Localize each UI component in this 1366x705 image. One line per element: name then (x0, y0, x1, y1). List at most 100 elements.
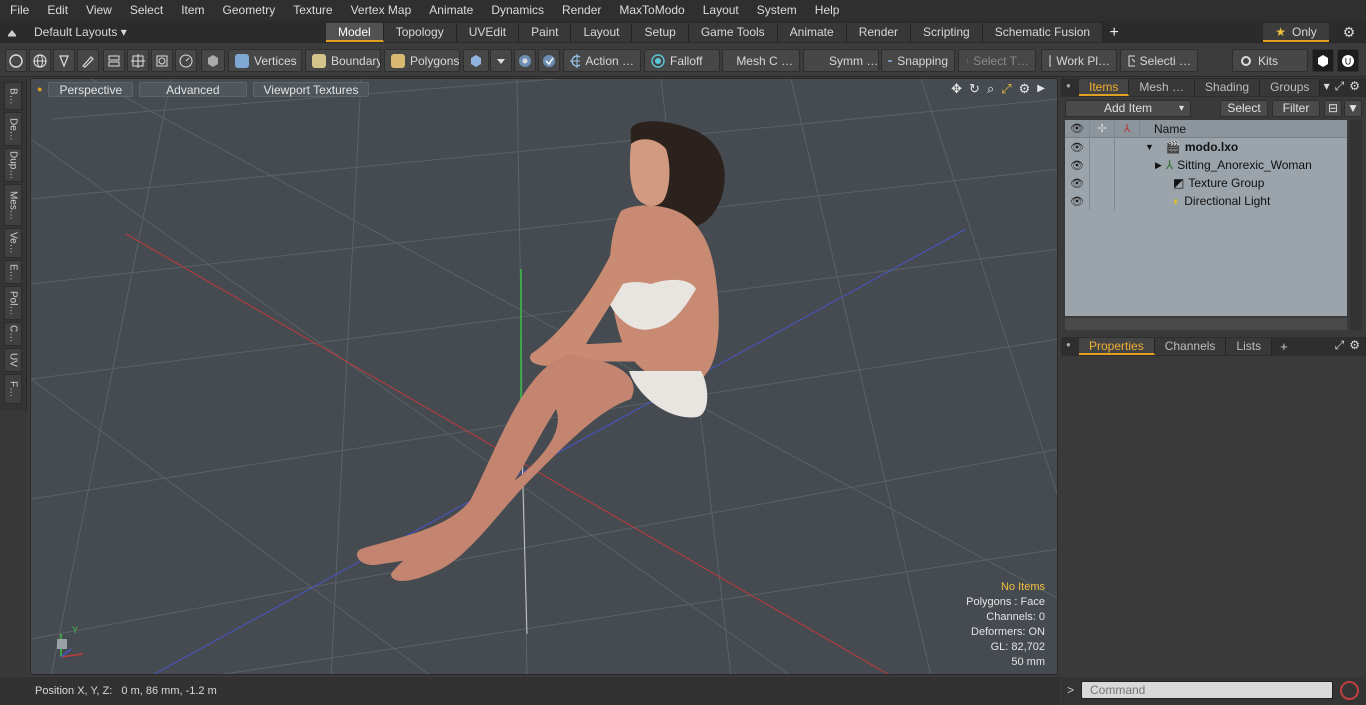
menu-dynamics[interactable]: Dynamics (481, 0, 552, 21)
collapse-icon[interactable]: ⊟ (1324, 100, 1342, 117)
gear-icon[interactable]: ⚙ (1338, 23, 1360, 42)
symmetry-button[interactable]: Symm … (803, 49, 879, 72)
tab-items[interactable]: Items (1079, 79, 1130, 96)
tab-uvedit[interactable]: UVEdit (456, 23, 520, 42)
vtab-fusion[interactable]: F… (4, 374, 22, 404)
action-center-button[interactable]: Action … (563, 49, 641, 72)
add-item-button[interactable]: Add Item ▾ (1065, 100, 1191, 117)
expand-panel-icon[interactable]: ⤢ (1335, 338, 1345, 353)
expand-panel-icon[interactable]: ⤢ (1335, 79, 1345, 94)
selection-sets-button[interactable]: Selecti … (1120, 49, 1198, 72)
menu-texture[interactable]: Texture (283, 0, 340, 21)
eye-icon[interactable]: 👁 (1065, 177, 1089, 190)
3d-viewport[interactable]: Y ● Perspective Advanced Viewport Textur… (30, 78, 1058, 675)
tab-render[interactable]: Render (846, 23, 912, 42)
vtab-deform[interactable]: De… (4, 112, 22, 146)
tab-model[interactable]: Model (326, 23, 384, 42)
viewport-dot-icon[interactable]: ● (37, 84, 42, 94)
rotate-view-icon[interactable]: ↻ (969, 81, 980, 97)
boundary-mode-button[interactable]: Boundary (305, 49, 381, 72)
vtab-edge[interactable]: E… (4, 260, 22, 284)
collapse-arrow-icon[interactable]: ▶ (1155, 160, 1162, 171)
tab-paint[interactable]: Paint (519, 23, 572, 42)
menu-item[interactable]: Item (171, 0, 212, 21)
vtab-polygon[interactable]: Pol… (4, 286, 22, 320)
tab-mesh[interactable]: Mesh … (1129, 79, 1196, 96)
filter-button[interactable]: Filter (1272, 100, 1320, 117)
woman-model[interactable] (357, 121, 725, 581)
panel-gear-icon[interactable]: ⚙ (1349, 79, 1360, 94)
grid-snap-icon[interactable] (127, 49, 149, 72)
vertices-mode-button[interactable]: Vertices (228, 49, 302, 72)
menu-system[interactable]: System (747, 0, 805, 21)
shield-icon[interactable] (538, 49, 560, 72)
tab-channels[interactable]: Channels (1154, 338, 1227, 355)
tab-scripting[interactable]: Scripting (911, 23, 983, 42)
tab-setup[interactable]: Setup (632, 23, 689, 42)
tab-schematic-fusion[interactable]: Schematic Fusion (982, 23, 1104, 42)
chevron-down-icon[interactable]: ▾ (1324, 79, 1330, 94)
vtab-vertex[interactable]: Ve… (4, 228, 22, 258)
menu-animate[interactable]: Animate (419, 0, 481, 21)
tab-shading[interactable]: Shading (1195, 79, 1261, 96)
tab-lists[interactable]: Lists (1226, 338, 1273, 355)
tree-row-texture-group[interactable]: 👁 ◩ Texture Group (1065, 174, 1347, 192)
viewport-play-icon[interactable]: ▶ (1037, 81, 1045, 97)
tree-row-scene[interactable]: 👁 ▼ 🎬 modo.lxo (1065, 138, 1347, 156)
item-mode-icon[interactable] (201, 49, 225, 72)
tab-game-tools[interactable]: Game Tools (688, 23, 778, 42)
menu-geometry[interactable]: Geometry (213, 0, 284, 21)
align-icon[interactable] (103, 49, 125, 72)
tree-row-mesh[interactable]: 👁 ▶ ⅄ Sitting_Anorexic_Woman (1065, 156, 1347, 174)
add-tab-icon[interactable]: + (1272, 339, 1288, 354)
perspective-button[interactable]: Perspective (48, 81, 134, 97)
menu-file[interactable]: File (0, 0, 37, 21)
vtab-mesh-edit[interactable]: Mes… (4, 184, 22, 226)
symmetry-shield-icon[interactable] (514, 49, 536, 72)
unreal-logo-icon[interactable]: U (1337, 49, 1359, 72)
menu-vertex-map[interactable]: Vertex Map (341, 0, 420, 21)
pen-tool-icon[interactable] (53, 49, 75, 72)
falloff-button[interactable]: Falloff (644, 49, 720, 72)
items-vertical-scrollbar[interactable] (1350, 120, 1362, 330)
material-mode-icon[interactable] (463, 49, 489, 72)
add-tab-icon[interactable]: + (1103, 23, 1125, 42)
items-horizontal-scrollbar[interactable] (1065, 318, 1347, 330)
funnel-icon[interactable]: ▼ (1344, 100, 1362, 117)
advanced-button[interactable]: Advanced (139, 81, 247, 97)
vtab-basic[interactable]: B… (4, 82, 22, 110)
mesh-constraint-button[interactable]: Mesh C … (722, 49, 800, 72)
layout-selector[interactable]: Default Layouts ▾ (6, 21, 127, 43)
vtab-duplicate[interactable]: Dup… (4, 148, 22, 182)
viewport-gear-icon[interactable]: ⚙ (1019, 81, 1031, 97)
cube-icon[interactable] (1312, 49, 1334, 72)
panel-dot-icon[interactable]: ● (1066, 340, 1071, 349)
snapping-button[interactable]: Snapping (881, 49, 955, 72)
menu-view[interactable]: View (76, 0, 120, 21)
only-toggle[interactable]: ★ Only (1263, 23, 1329, 42)
menu-render[interactable]: Render (552, 0, 609, 21)
tab-properties[interactable]: Properties (1079, 338, 1155, 355)
layout-selector-label[interactable]: Default Layouts ▾ (34, 25, 127, 39)
vtab-uv[interactable]: UV (4, 348, 22, 372)
add-item-dropdown-icon[interactable]: ▾ (1179, 101, 1184, 116)
viewport-scene[interactable]: Y (31, 79, 1058, 675)
chevron-down-icon[interactable] (490, 49, 512, 72)
menu-layout[interactable]: Layout (693, 0, 747, 21)
zoom-view-icon[interactable]: ⌕ (987, 81, 994, 97)
eye-icon[interactable]: 👁 (1065, 141, 1089, 154)
clock-icon[interactable] (175, 49, 197, 72)
menu-maxtomodo[interactable]: MaxToModo (609, 0, 692, 21)
tree-row-directional-light[interactable]: 👁 ◐ Directional Light (1065, 192, 1347, 210)
vtab-curve[interactable]: C… (4, 322, 22, 346)
eye-icon[interactable]: 👁 (1065, 159, 1089, 172)
globe-icon[interactable] (29, 49, 51, 72)
expand-arrow-icon[interactable]: ▼ (1145, 142, 1154, 152)
select-through-button[interactable]: Select T… (958, 49, 1036, 72)
tab-groups[interactable]: Groups (1260, 79, 1321, 96)
expand-up-icon[interactable] (6, 26, 18, 38)
work-plane-button[interactable]: Work Pl… (1041, 49, 1117, 72)
circle-select-icon[interactable] (5, 49, 27, 72)
eye-icon[interactable]: 👁 (1065, 195, 1089, 208)
menu-select[interactable]: Select (120, 0, 171, 21)
